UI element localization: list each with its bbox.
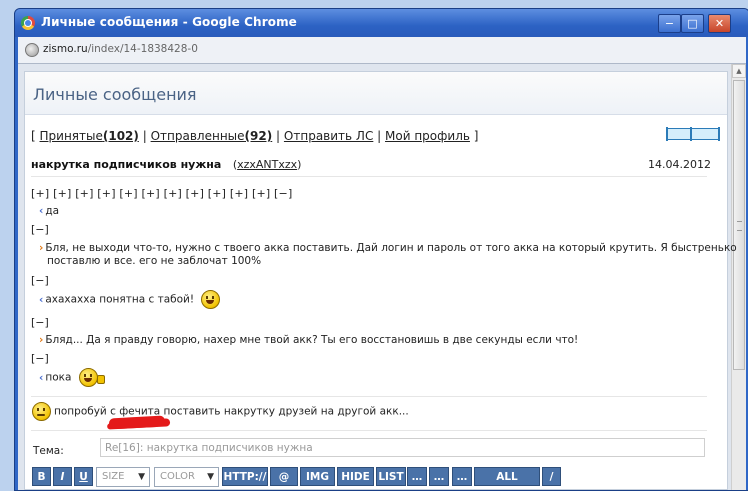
message-text: пока <box>45 371 72 384</box>
thread-message-in: ‹ да <box>39 205 59 217</box>
outgoing-arrow-icon: › <box>39 242 44 254</box>
nav-bracket-open: [ <box>31 129 36 143</box>
thread-message-out-cont: поставлю и все. его не заблочат 100% <box>47 255 262 267</box>
thread-message-in: ‹ ахахахха понятна с табой! <box>39 290 221 309</box>
incoming-arrow-icon: ‹ <box>39 293 44 306</box>
incoming-arrow-icon: ‹ <box>39 205 44 217</box>
outgoing-arrow-icon: › <box>39 334 44 346</box>
message-author: (xzxANTxzx) <box>232 158 302 171</box>
laughing-smiley-icon <box>201 290 221 309</box>
message-header: накрутка подписчиков нужна (xzxANTxzx) 1… <box>31 158 721 171</box>
scroll-thumb[interactable] <box>733 80 745 370</box>
pm-nav: [ Принятые(102) | Отправленные(92) | Отп… <box>31 129 478 143</box>
globe-icon <box>25 43 39 57</box>
page-header: Личные сообщения <box>25 72 727 115</box>
divider <box>31 430 707 431</box>
latest-message: попробуй с фечита поставить накрутку дру… <box>32 402 409 421</box>
scroll-up-arrow-icon[interactable]: ▲ <box>732 64 746 78</box>
page-viewport: ▲ Личные сообщения [ Принятые(102) | Отп… <box>18 64 746 490</box>
thread-message-out: › Бляд... Да я правду говорю, нахер мне т… <box>39 334 578 346</box>
close-button[interactable]: ✕ <box>708 14 731 33</box>
size-select-label: SIZE <box>102 471 125 482</box>
progress-bar-icon <box>666 127 720 141</box>
bold-button[interactable]: B <box>32 467 51 486</box>
chrome-logo-icon <box>21 16 35 30</box>
title-bar[interactable]: Личные сообщения - Google Chrome − □ ✕ <box>15 9 748 37</box>
maximize-button[interactable]: □ <box>681 14 704 33</box>
url-host: zismo.ru <box>43 43 88 55</box>
subject-label: Тема: <box>33 445 64 457</box>
address-bar[interactable]: zismo.ru/index/14-1838428-0 <box>18 37 746 64</box>
message-text: Бляд... Да я правду говорю, нахер мне тв… <box>45 334 579 346</box>
nav-separator: | <box>276 129 281 143</box>
color-select-label: COLOR <box>160 471 195 482</box>
nav-separator: | <box>142 129 147 143</box>
thread-expanders[interactable]: [+] [+] [+] [+] [+] [+] [+] [+] [+] [+] … <box>31 187 292 200</box>
collapse-toggle[interactable]: [−] <box>31 316 49 329</box>
list-button[interactable]: LIST <box>376 467 406 486</box>
page-title: Личные сообщения <box>33 85 197 104</box>
minimize-button[interactable]: − <box>658 14 681 33</box>
more-button[interactable]: … <box>429 467 449 486</box>
redaction-scribble <box>108 415 166 429</box>
latest-message-text: попробуй с фечита поставить накрутку дру… <box>54 405 409 418</box>
nav-bracket-close: ] <box>473 129 479 143</box>
chevron-down-icon: ▼ <box>207 472 214 482</box>
thread-message-in: ‹ пока <box>39 368 105 387</box>
collapse-toggle[interactable]: [−] <box>31 223 49 236</box>
http-button[interactable]: HTTP:// <box>222 467 268 486</box>
message-text: да <box>45 205 60 217</box>
nav-received-label: Принятые <box>39 129 103 143</box>
chevron-down-icon: ▼ <box>138 472 145 482</box>
more-button[interactable]: … <box>452 467 472 486</box>
close-tag-button[interactable]: / <box>542 467 561 486</box>
message-subject: накрутка подписчиков нужна <box>31 158 222 171</box>
waving-smiley-icon <box>78 368 105 387</box>
hide-button[interactable]: HIDE <box>337 467 374 486</box>
message-text: Бля, не выходи что-то, нужно с твоего ак… <box>45 242 737 254</box>
nav-sent-label: Отправленные <box>150 129 245 143</box>
thread-message-out: › Бля, не выходи что-то, нужно с твоего а… <box>39 242 737 254</box>
scroll-grip-icon <box>737 221 742 231</box>
color-select[interactable]: COLOR ▼ <box>154 467 219 487</box>
browser-window: Личные сообщения - Google Chrome − □ ✕ z… <box>14 8 748 491</box>
message-text: ахахахха понятна с табой! <box>45 293 195 306</box>
nav-separator: | <box>377 129 382 143</box>
nav-received-link[interactable]: Принятые(102) <box>40 129 139 143</box>
italic-button[interactable]: I <box>53 467 72 486</box>
img-button[interactable]: IMG <box>300 467 335 486</box>
messages-panel: Личные сообщения [ Принятые(102) | Отпра… <box>24 71 737 490</box>
url-text[interactable]: zismo.ru/index/14-1838428-0 <box>43 43 198 55</box>
nav-sent-link[interactable]: Отправленные(92) <box>151 129 273 143</box>
underline-button[interactable]: U <box>74 467 93 486</box>
subject-input[interactable]: Re[16]: накрутка подписчиков нужна <box>100 438 705 457</box>
divider <box>31 396 707 397</box>
sad-smiley-icon <box>32 402 51 421</box>
all-codes-button[interactable]: ALL CODES <box>474 467 540 486</box>
more-button[interactable]: … <box>407 467 427 486</box>
message-date: 14.04.2012 <box>648 158 711 171</box>
divider <box>31 176 707 177</box>
url-path: /index/14-1838428-0 <box>87 43 198 55</box>
author-link[interactable]: xzxANTxzx <box>237 158 297 171</box>
incoming-arrow-icon: ‹ <box>39 371 44 384</box>
email-button[interactable]: @ <box>270 467 298 486</box>
nav-my-profile-link[interactable]: Мой профиль <box>385 129 470 143</box>
nav-sent-count: (92) <box>244 129 273 143</box>
nav-send-pm-link[interactable]: Отправить ЛС <box>284 129 373 143</box>
window-title: Личные сообщения - Google Chrome <box>41 15 297 29</box>
size-select[interactable]: SIZE ▼ <box>96 467 150 487</box>
collapse-toggle[interactable]: [−] <box>31 274 49 287</box>
vertical-scrollbar[interactable]: ▲ <box>731 64 746 490</box>
collapse-toggle[interactable]: [−] <box>31 352 49 365</box>
nav-received-count: (102) <box>102 129 139 143</box>
